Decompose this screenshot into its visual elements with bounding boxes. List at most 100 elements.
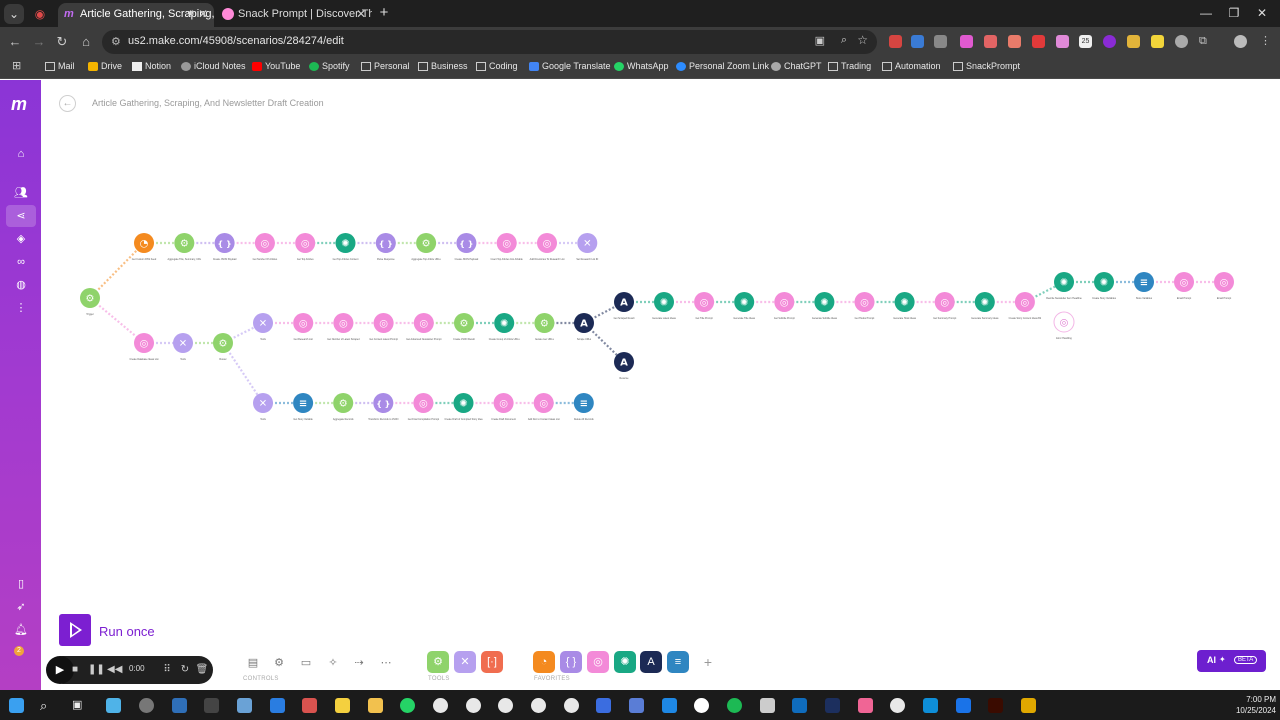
system-clock[interactable]: 7:00 PM 10/25/2024 <box>1232 694 1276 716</box>
whatsapp-icon[interactable] <box>400 698 415 713</box>
app-icon[interactable] <box>629 698 644 713</box>
task-view-icon[interactable]: ▣ <box>72 698 87 713</box>
more-dots-icon[interactable]: ⋯ <box>377 654 395 672</box>
json-icon[interactable]: { } <box>560 651 582 673</box>
module-node-openai-icon[interactable]: ✺ Generate Title Ideas <box>733 292 756 320</box>
url-text[interactable]: us2.make.com/45908/scenarios/284274/edit <box>128 35 344 47</box>
make-logo-icon[interactable]: m <box>11 94 27 115</box>
notifications-bell-icon[interactable]: 🔔︎ <box>13 622 29 638</box>
module-node-openai-icon[interactable]: ✺ Rewrite Newsletter Item Headline <box>1046 272 1082 300</box>
extension-icon[interactable] <box>1175 35 1188 48</box>
extension-icon[interactable] <box>1032 35 1045 48</box>
module-node-tools-icon[interactable]: ⚙ Trigger <box>80 288 100 316</box>
connection-line[interactable] <box>89 297 145 344</box>
module-node-anthropic-icon[interactable]: A Scrape URLs <box>574 313 594 341</box>
module-node-http-icon[interactable]: ◎ Error Handling <box>1053 311 1075 340</box>
data-store-icon[interactable]: ≡ <box>667 651 689 673</box>
module-node-datastore-icon[interactable]: ≡ Store Variables <box>1134 272 1154 300</box>
profile-avatar-icon[interactable] <box>1234 35 1247 48</box>
bookmark-personal[interactable]: Personal <box>361 61 410 71</box>
tab-inactive[interactable]: Snack Prompt | Discover The Be ✕ <box>216 3 372 27</box>
module-node-router-icon[interactable]: ✕ Set Research List ID <box>576 233 599 261</box>
chrome-icon[interactable] <box>466 698 481 713</box>
tab-search-icon[interactable]: ⌄ <box>4 4 24 24</box>
bookmark-google-translate[interactable]: Google Translate <box>529 61 611 71</box>
extension-icon[interactable] <box>934 35 947 48</box>
module-node-tools-icon[interactable]: ⚙ Router <box>213 333 233 361</box>
module-node-openai-icon[interactable]: ✺ Create Group of Article URLs <box>489 313 521 341</box>
app-icon[interactable] <box>858 698 873 713</box>
module-node-anthropic-icon[interactable]: A Get Scraped Result <box>614 292 635 320</box>
record-icon[interactable]: ◉ <box>30 4 50 24</box>
menu-kebab-icon[interactable]: ⋮ <box>1260 35 1273 48</box>
calendar-extension-icon[interactable]: 25 <box>1079 35 1092 48</box>
module-node-tools-icon[interactable]: ⚙ Iterate over URLs <box>534 313 555 341</box>
scenarios-share-icon[interactable]: ⋖ <box>6 205 36 227</box>
module-node-http-icon[interactable]: ◎ Get Number Of Articles <box>253 233 278 261</box>
reload-icon[interactable]: ↻ <box>53 33 71 51</box>
extension-icon[interactable] <box>889 35 902 48</box>
search-icon[interactable]: ⌕ <box>40 698 55 713</box>
restore-icon[interactable]: ❐ <box>1224 4 1244 22</box>
site-info-icon[interactable]: ⚙ <box>111 35 121 48</box>
extension-icon[interactable] <box>911 35 924 48</box>
reading-mode-icon[interactable]: ▣ <box>815 34 825 47</box>
module-node-json-icon[interactable]: { } Parse Response <box>375 233 396 261</box>
module-node-anthropic-icon[interactable]: A Resume <box>614 352 634 380</box>
module-node-openai-icon[interactable]: ✺ Generate Summary Ideas <box>971 292 999 320</box>
module-node-datastore-icon[interactable]: ≡ Delete All Records <box>573 393 595 421</box>
calculator-icon[interactable] <box>270 698 285 713</box>
chrome-icon[interactable] <box>498 698 513 713</box>
pause-icon[interactable]: ❚❚ <box>88 663 105 677</box>
module-node-http-icon[interactable]: ◎ Create Database Ideas List <box>130 333 159 361</box>
chrome-icon[interactable] <box>564 698 579 713</box>
module-node-router-icon[interactable]: ✕ Tools <box>253 393 273 421</box>
github-icon[interactable] <box>694 698 709 713</box>
module-node-tools-icon[interactable]: ⚙ Aggregate Records <box>333 393 354 421</box>
module-node-http-icon[interactable]: ◎ Get Hooks Prompt <box>854 292 875 320</box>
module-node-http-icon[interactable]: ◎ Email Prompt <box>1174 272 1194 300</box>
save-icon[interactable]: ▤ <box>244 654 262 672</box>
openai-icon[interactable]: ✺ <box>614 651 636 673</box>
grid-icon[interactable]: ⠿ <box>160 663 174 677</box>
extension-icon[interactable] <box>1056 35 1069 48</box>
templates-icon[interactable]: ◈ <box>13 231 29 247</box>
anthropic-icon[interactable]: A <box>640 651 662 673</box>
module-node-json-icon[interactable]: { } Create JSON Payload <box>455 233 479 261</box>
app-icon[interactable] <box>923 698 938 713</box>
module-node-http-icon[interactable]: ◎ Get Advanced Newsletter Prompt <box>406 313 442 341</box>
http-icon[interactable]: ◎ <box>587 651 609 673</box>
extension-icon[interactable] <box>960 35 973 48</box>
notes-icon[interactable]: ▭ <box>297 654 315 672</box>
module-node-http-icon[interactable]: ◎ Get Final Compilation Prompt <box>408 393 440 421</box>
bookmark-mail[interactable]: Mail <box>45 61 75 71</box>
module-node-http-icon[interactable]: ◎ Add Directories To Research List <box>530 233 565 261</box>
webhooks-globe-icon[interactable]: ◍ <box>13 277 29 293</box>
extension-icon[interactable] <box>1151 35 1164 48</box>
docs-book-icon[interactable]: ▯ <box>13 576 29 592</box>
bookmark-notion[interactable]: Notion <box>132 61 171 71</box>
extension-icon[interactable] <box>1103 35 1116 48</box>
app-icon[interactable] <box>204 698 219 713</box>
module-node-http-icon[interactable]: ◎ Insert Top Articles Into Airtable <box>491 233 524 261</box>
flow-control-icon[interactable]: ✕ <box>454 651 476 673</box>
close-tab-icon[interactable]: ✕ <box>198 3 208 25</box>
vscode-icon[interactable] <box>662 698 677 713</box>
bookmark-whatsapp[interactable]: WhatsApp <box>614 61 669 71</box>
bookmark-personal-zoom-link[interactable]: Personal Zoom Link <box>676 61 769 71</box>
file-explorer-icon[interactable] <box>368 698 383 713</box>
minimize-icon[interactable]: — <box>1196 4 1216 22</box>
connection-line[interactable] <box>89 242 145 299</box>
chrome-icon[interactable] <box>531 698 546 713</box>
app-icon[interactable] <box>302 698 317 713</box>
bookmark-spotify[interactable]: Spotify <box>309 61 350 71</box>
module-node-http-icon[interactable]: ◎ Get Subtitle Prompt <box>774 292 795 320</box>
extension-icon[interactable] <box>984 35 997 48</box>
rewind-icon[interactable]: ◀◀ <box>107 663 122 677</box>
run-once-button[interactable] <box>59 614 91 646</box>
module-node-tools-icon[interactable]: ⚙ Aggregate Title, Summary, URL <box>168 233 202 261</box>
speaker-icon[interactable]: 🔊︎ <box>188 3 194 25</box>
extension-icon[interactable] <box>1127 35 1140 48</box>
ai-assistant-button[interactable]: AI ✦ BETA <box>1197 650 1266 672</box>
home-icon[interactable]: ⌂ <box>13 146 29 162</box>
